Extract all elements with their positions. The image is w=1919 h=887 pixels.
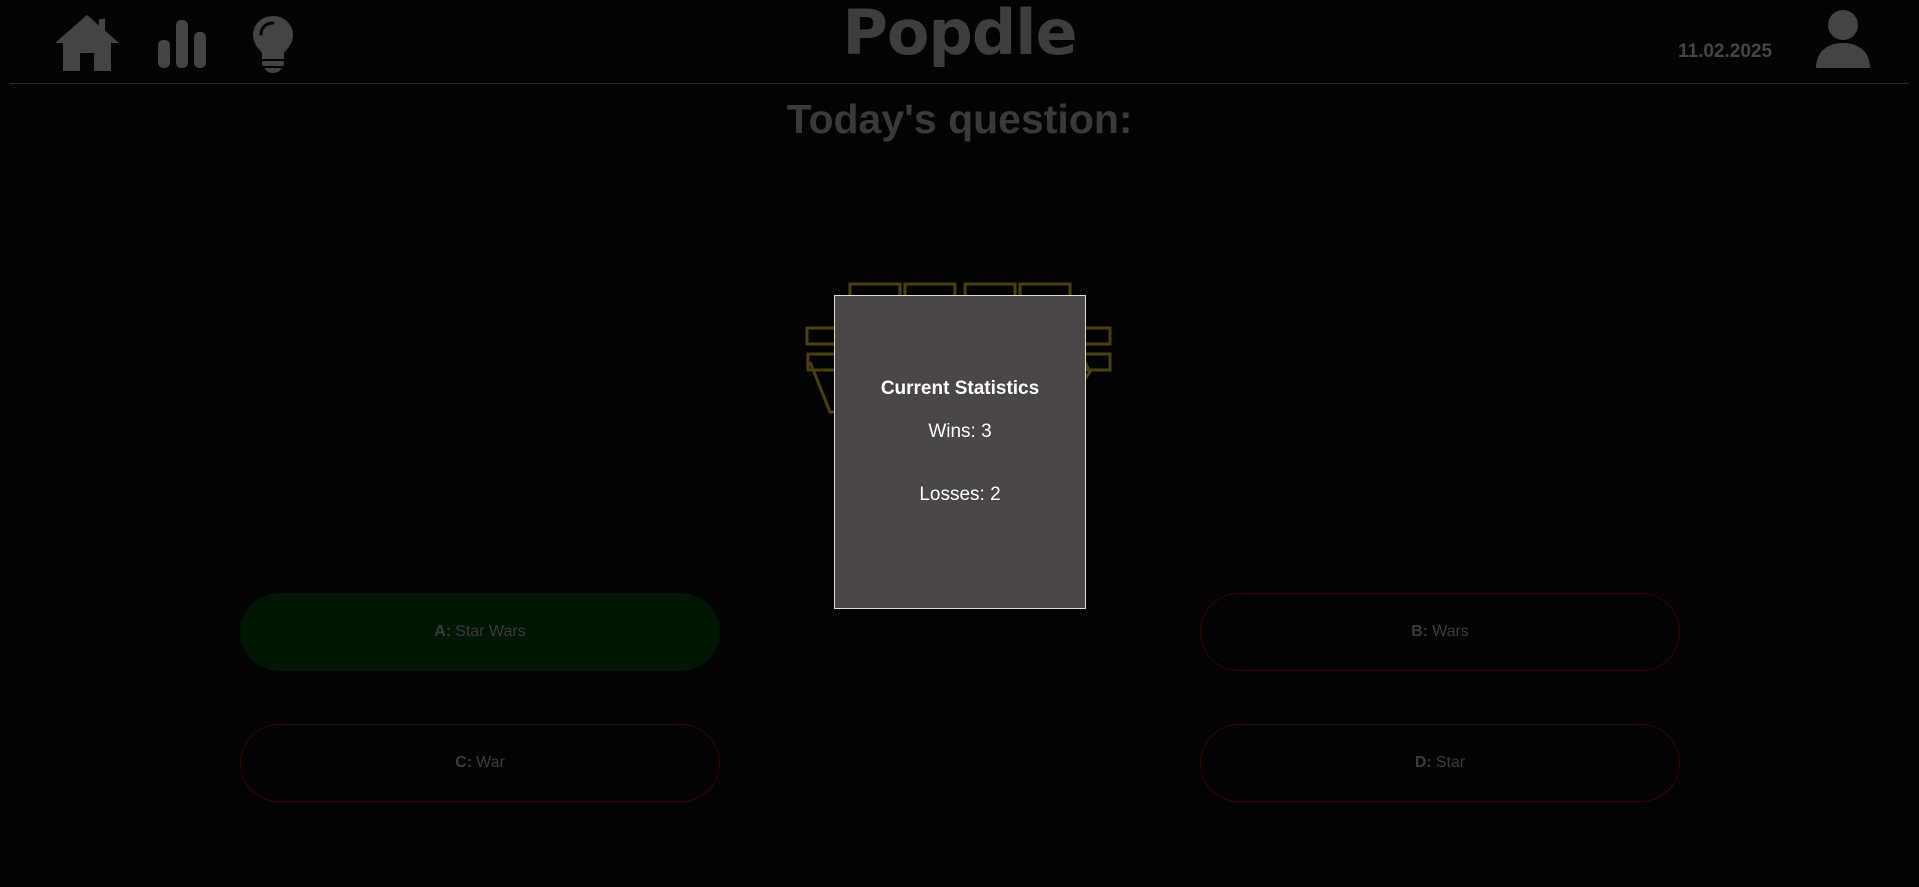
answer-letter: B: [1411, 623, 1429, 640]
page: Popdle 11.02.2025 Today's question: A: S… [0, 0, 1919, 887]
question-heading: Today's question: [786, 96, 1133, 142]
answer-letter: D: [1414, 754, 1432, 771]
statistics-modal[interactable]: Current Statistics Wins: 3 Losses: 2 [834, 295, 1086, 609]
answer-letter: A: [434, 623, 452, 640]
answer-text: Star Wars [455, 623, 526, 640]
answer-text: War [476, 754, 505, 771]
answer-letter: C: [455, 754, 473, 771]
losses-count: Losses: 2 [919, 484, 1001, 505]
top-navbar: Popdle 11.02.2025 [0, 0, 1919, 84]
header-divider [10, 83, 1909, 84]
lightbulb-icon[interactable] [250, 14, 296, 74]
home-icon[interactable] [53, 13, 121, 73]
answer-text: Wars [1432, 623, 1469, 640]
answer-option-a[interactable]: A: Star Wars [240, 593, 720, 671]
user-profile-icon[interactable] [1814, 8, 1872, 68]
answer-text: Star [1435, 754, 1466, 771]
bar-chart-icon[interactable] [155, 16, 209, 70]
answer-option-d[interactable]: D: Star [1200, 724, 1680, 802]
current-date: 11.02.2025 [1678, 41, 1773, 62]
answer-option-c[interactable]: C: War [240, 724, 720, 802]
wins-count: Wins: 3 [928, 421, 992, 442]
answer-option-b[interactable]: B: Wars [1200, 593, 1680, 671]
modal-title: Current Statistics [880, 378, 1040, 399]
